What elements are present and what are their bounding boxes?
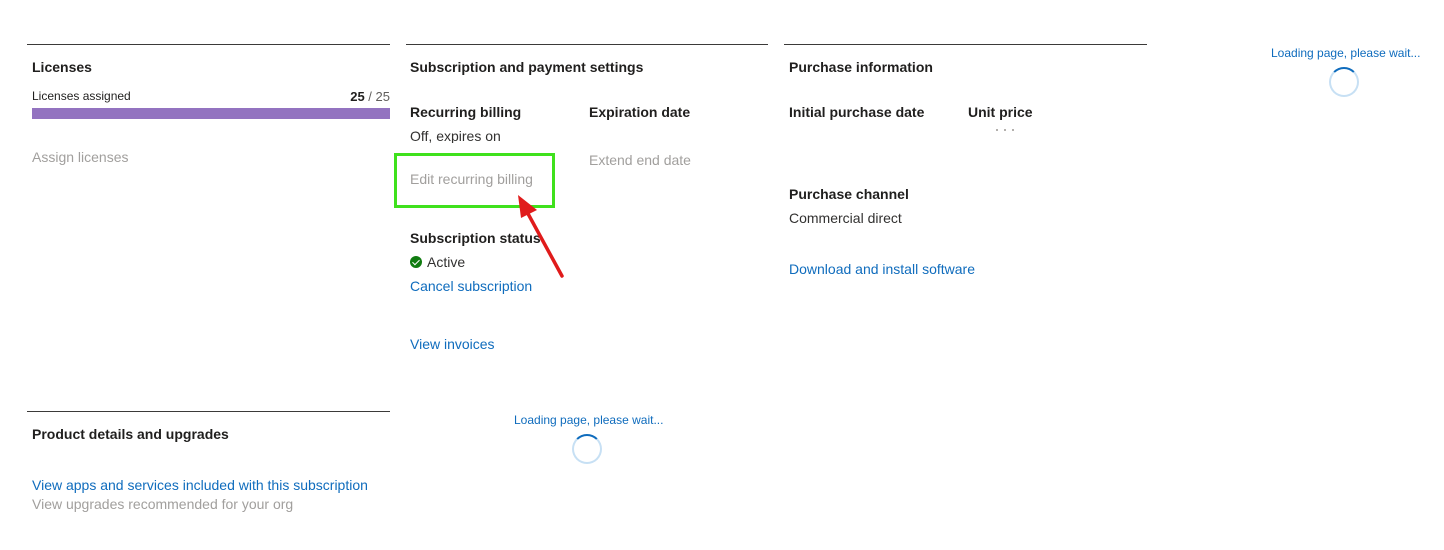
red-arrow-icon: [518, 195, 564, 278]
subscription-status: Active: [410, 254, 465, 270]
page-title-cutoff: [30, 0, 1040, 6]
loading-text-middle: Loading page, please wait...: [514, 413, 664, 427]
check-circle-icon: [410, 256, 422, 268]
licenses-count-separator: /: [364, 89, 376, 104]
licenses-progress-bar: [32, 108, 390, 119]
extend-end-date-link[interactable]: Extend end date: [589, 152, 691, 168]
licenses-title: Licenses: [32, 59, 92, 75]
purchase-title: Purchase information: [789, 59, 933, 75]
assign-licenses-link[interactable]: Assign licenses: [32, 149, 129, 165]
view-upgrades-link[interactable]: View upgrades recommended for your org: [32, 496, 293, 512]
recurring-billing-label: Recurring billing: [410, 104, 522, 120]
licenses-count: 25 / 25: [350, 89, 390, 104]
loading-spinner-icon: [1329, 67, 1359, 97]
red-arrow-shaft: [524, 208, 564, 278]
loading-spinner-icon: [572, 434, 602, 464]
purchase-channel-value: Commercial direct: [789, 210, 902, 226]
product-card-rule: [27, 411, 390, 412]
view-invoices-link[interactable]: View invoices: [410, 336, 495, 352]
subscription-title: Subscription and payment settings: [410, 59, 644, 75]
licenses-assigned-label: Licenses assigned: [32, 89, 131, 103]
licenses-card-rule: [27, 44, 390, 45]
product-title: Product details and upgrades: [32, 426, 229, 442]
download-install-link[interactable]: Download and install software: [789, 261, 975, 277]
unit-price-value-faded: [996, 128, 1026, 134]
red-arrow-head: [518, 195, 537, 218]
recurring-billing-value-wrap: Off, expires on: [410, 128, 580, 143]
licenses-total-count: 25: [375, 89, 390, 104]
loading-text-top: Loading page, please wait...: [1271, 46, 1421, 60]
purchase-channel-label: Purchase channel: [789, 186, 909, 202]
expiration-date-label: Expiration date: [589, 104, 691, 120]
subscription-status-value: Active: [427, 254, 466, 270]
purchase-card-rule: [784, 44, 1147, 45]
initial-purchase-date-label: Initial purchase date: [789, 104, 925, 120]
recurring-billing-value: Off, expires on: [410, 128, 501, 143]
licenses-assigned-count: 25: [350, 89, 365, 104]
view-apps-link[interactable]: View apps and services included with thi…: [32, 477, 368, 493]
unit-price-label: Unit price: [968, 104, 1033, 120]
subscription-card-rule: [406, 44, 768, 45]
licenses-progress-fill: [32, 108, 390, 119]
